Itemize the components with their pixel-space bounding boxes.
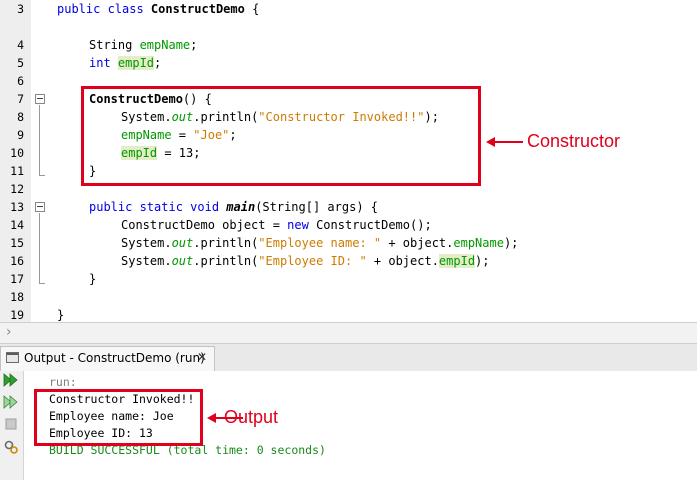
output-annotation-label: Output — [224, 407, 279, 427]
code-text: ; — [190, 38, 198, 52]
code-line-field-empid: int empId; — [89, 54, 161, 72]
close-icon[interactable]: ✕ — [197, 350, 207, 364]
output-highlight-box — [34, 389, 203, 446]
code-text: .println( — [193, 254, 259, 268]
nav-chevron-icon[interactable]: › — [6, 324, 12, 340]
arrow-line — [494, 141, 523, 143]
type-name: String — [89, 38, 140, 52]
output-console[interactable]: run: Constructor Invoked!! Employee name… — [24, 371, 697, 480]
method-name: main — [226, 200, 256, 214]
line-number-gutter: 3 4 5 6 7 8 9 10 11 12 13 14 15 16 17 18… — [0, 0, 32, 322]
line-number: 16 — [10, 254, 24, 268]
line-number: 18 — [10, 290, 24, 304]
class-name: ConstructDemo — [150, 2, 245, 16]
line-number: 11 — [10, 164, 24, 178]
code-line-close-brace: } — [89, 272, 97, 286]
line-number: 12 — [10, 182, 24, 196]
rerun-with-options-icon[interactable] — [2, 395, 20, 413]
code-editor[interactable]: 3 4 5 6 7 8 9 10 11 12 13 14 15 16 17 18… — [0, 0, 697, 322]
field-name: empName — [453, 236, 504, 250]
code-line-field-empname: String empName; — [89, 36, 197, 54]
field-name: out — [171, 236, 194, 250]
code-text: .println( — [193, 236, 259, 250]
code-line-println-id: System.out.println("Employee ID: " + obj… — [121, 252, 490, 270]
code-text: ConstructDemo(); — [308, 218, 432, 232]
rerun-icon[interactable] — [2, 373, 20, 391]
fold-collapse-icon[interactable] — [35, 94, 45, 104]
code-line-new-object: ConstructDemo object = new ConstructDemo… — [121, 216, 432, 234]
code-text: ); — [475, 254, 490, 268]
line-number: 13 — [10, 200, 24, 214]
code-line-println-name: System.out.println("Employee name: " + o… — [121, 234, 518, 252]
stop-icon[interactable] — [2, 417, 20, 435]
line-number: 4 — [17, 38, 24, 52]
line-number: 17 — [10, 272, 24, 286]
code-text: ); — [503, 236, 519, 250]
line-number: 10 — [10, 146, 24, 160]
line-number: 3 — [17, 2, 24, 16]
string-literal: "Employee name: " — [258, 236, 382, 250]
line-number: 15 — [10, 236, 24, 250]
line-number: 14 — [10, 218, 24, 232]
line-number: 8 — [17, 110, 24, 124]
tab-output[interactable]: Output - ConstructDemo (run) ✕ — [0, 346, 215, 371]
code-text: ; — [154, 56, 162, 70]
line-number: 5 — [17, 56, 24, 70]
ide-window: 3 4 5 6 7 8 9 10 11 12 13 14 15 16 17 18… — [0, 0, 697, 480]
line-number: 9 — [17, 128, 24, 142]
tab-output-label: Output - ConstructDemo (run) — [24, 351, 205, 365]
code-line-class-declaration: public class ConstructDemo { — [57, 0, 259, 18]
string-literal: "Employee ID: " — [258, 254, 367, 268]
fold-guide — [39, 213, 40, 283]
keyword: public static void — [89, 200, 227, 214]
code-text: ConstructDemo object = — [121, 218, 288, 232]
field-name: empId — [117, 56, 155, 70]
keyword: public class — [57, 2, 151, 16]
output-window-icon — [6, 352, 19, 363]
fold-guide-end — [39, 283, 45, 284]
constructor-highlight-box — [81, 86, 481, 186]
settings-icon[interactable] — [2, 439, 20, 457]
code-text: System. — [121, 236, 172, 250]
fold-guide — [39, 105, 40, 175]
code-text: System. — [121, 254, 172, 268]
output-tab-bar: Output - ConstructDemo (run) ✕ — [0, 343, 697, 372]
navigation-strip: › — [0, 322, 697, 343]
field-name: out — [171, 254, 194, 268]
keyword: new — [287, 218, 309, 232]
output-toolbar — [0, 371, 24, 480]
fold-collapse-icon[interactable] — [35, 202, 45, 212]
field-name: empId — [438, 254, 476, 268]
code-text: + object. — [366, 254, 439, 268]
line-number: 7 — [17, 92, 24, 106]
code-text: (String[] args) { — [255, 200, 379, 214]
line-number: 6 — [17, 74, 24, 88]
fold-guide-end — [39, 175, 45, 176]
keyword: int — [89, 56, 118, 70]
constructor-annotation-label: Constructor — [527, 131, 621, 151]
code-text: { — [244, 2, 260, 16]
code-line-main-declaration: public static void main(String[] args) { — [89, 198, 378, 216]
code-text: + object. — [381, 236, 454, 250]
field-name: empName — [139, 38, 191, 52]
